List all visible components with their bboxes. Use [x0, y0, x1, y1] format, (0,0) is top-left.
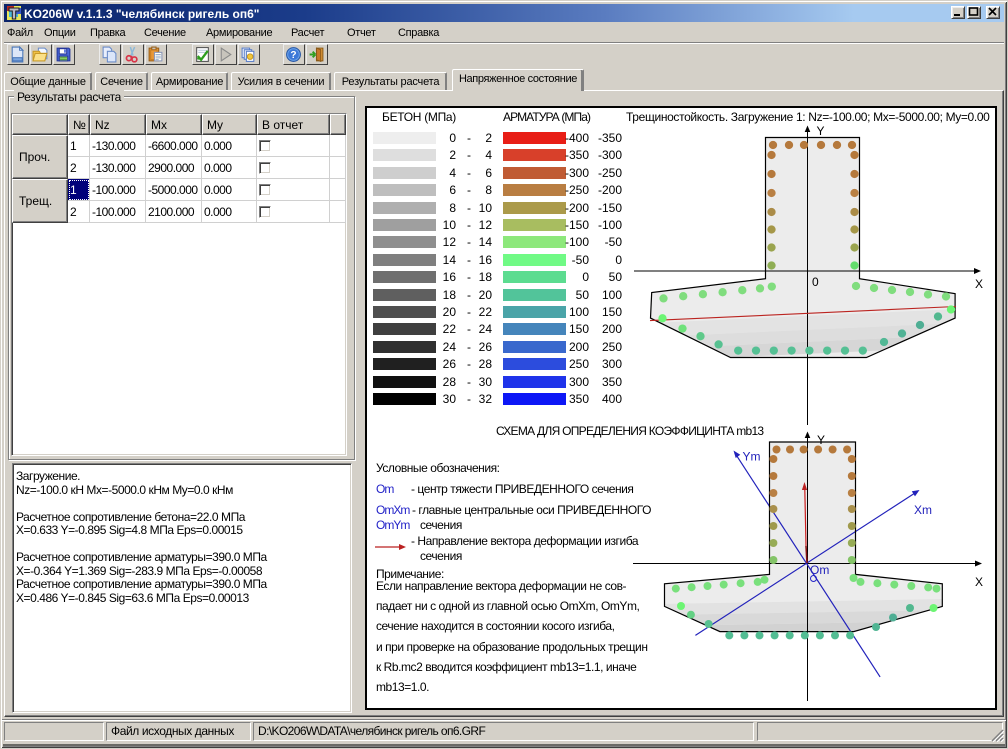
- svg-text:Xm: Xm: [914, 503, 932, 517]
- svg-text:X: X: [975, 575, 983, 589]
- svg-text:?: ?: [290, 50, 296, 61]
- svg-text:0: 0: [812, 275, 819, 289]
- svg-text:Y: Y: [817, 124, 825, 138]
- svg-text:X: X: [975, 277, 983, 291]
- svg-text:Om: Om: [810, 563, 829, 577]
- svg-text:Ym: Ym: [743, 450, 761, 464]
- svg-text:Y: Y: [817, 433, 825, 447]
